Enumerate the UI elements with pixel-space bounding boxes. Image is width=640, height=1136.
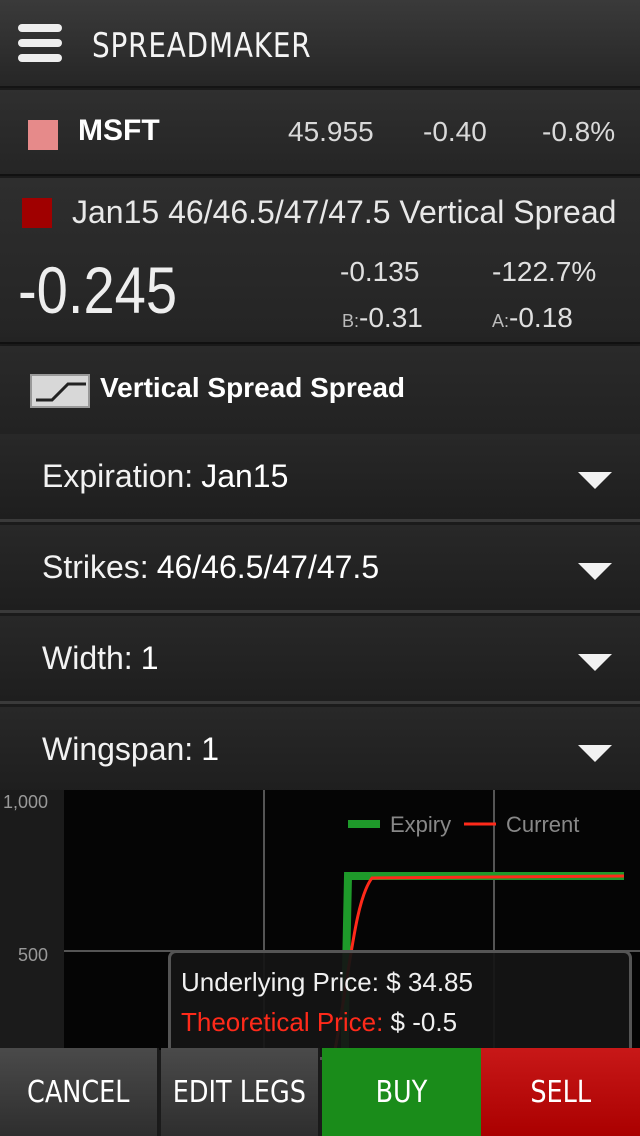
strikes-dropdown[interactable]: Strikes: 46/46.5/47/47.5 <box>0 525 640 613</box>
expiration-label: Expiration: <box>42 458 194 494</box>
edit-legs-button-label: EDIT LEGS <box>172 1074 307 1110</box>
ticker-change: -0.40 <box>423 116 487 147</box>
buy-button-label: BUY <box>375 1074 428 1110</box>
spread-change-pct: -122.7% <box>492 256 597 287</box>
ticker-row[interactable]: MSFT 45.955 -0.40 -0.8% <box>0 90 640 176</box>
spread-ask: A:-0.18 <box>492 302 573 334</box>
app-header: SPREADMAKER <box>0 0 640 88</box>
wingspan-label: Wingspan: <box>42 731 194 767</box>
strikes-label: Strikes: <box>42 549 149 585</box>
expiration-value: Jan15 <box>201 458 289 494</box>
bid-label: B: <box>342 311 360 331</box>
chevron-down-icon[interactable] <box>578 563 612 580</box>
y-tick-label: 1,000 <box>3 792 48 812</box>
wingspan-value: 1 <box>201 731 219 767</box>
spread-bid: B:-0.31 <box>342 302 423 334</box>
expiration-dropdown[interactable]: Expiration: Jan15 <box>0 434 640 522</box>
ticker-color-swatch <box>28 120 58 150</box>
width-label-group: Width: 1 <box>42 640 158 677</box>
legend-expiry-label: Expiry <box>390 812 451 837</box>
chevron-down-icon[interactable] <box>578 654 612 671</box>
strikes-label-group: Strikes: 46/46.5/47/47.5 <box>42 549 379 586</box>
tooltip-underlying-label: Underlying Price: <box>181 967 379 997</box>
chevron-down-icon[interactable] <box>578 745 612 762</box>
width-dropdown[interactable]: Width: 1 <box>0 616 640 704</box>
spread-quote-row[interactable]: Jan15 46/46.5/47/47.5 Vertical Spread -0… <box>0 178 640 344</box>
app-title: SPREADMAKER <box>92 26 312 66</box>
buy-button[interactable]: BUY <box>322 1048 481 1136</box>
legend-current-label: Current <box>506 812 579 837</box>
ticker-symbol: MSFT <box>78 114 160 147</box>
menu-icon[interactable] <box>18 24 62 62</box>
chevron-down-icon[interactable] <box>578 472 612 489</box>
cancel-button-label: CANCEL <box>27 1074 130 1110</box>
sell-button-label: SELL <box>530 1074 591 1110</box>
chart-tooltip: Underlying Price: $ 34.85 Theoretical Pr… <box>168 950 632 1060</box>
wingspan-label-group: Wingspan: 1 <box>42 731 219 768</box>
spread-change: -0.135 <box>340 256 420 287</box>
ask-value: -0.18 <box>509 302 573 333</box>
strikes-value: 46/46.5/47/47.5 <box>156 549 380 585</box>
payoff-chart[interactable]: 1,000 500 Expiry Current Underlying Pric… <box>0 790 640 1060</box>
expiration-label-group: Expiration: Jan15 <box>42 458 288 495</box>
width-label: Width: <box>42 640 133 676</box>
strategy-label: Vertical Spread Spread <box>100 372 406 403</box>
wingspan-dropdown[interactable]: Wingspan: 1 <box>0 707 640 795</box>
cancel-button[interactable]: CANCEL <box>0 1048 159 1136</box>
spread-name: Jan15 46/46.5/47/47.5 Vertical Spread <box>72 194 617 230</box>
tooltip-underlying-value: $ 34.85 <box>386 967 473 997</box>
spread-color-swatch <box>22 198 52 228</box>
edit-legs-button[interactable]: EDIT LEGS <box>161 1048 320 1136</box>
tooltip-theoretical-label: Theoretical Price: <box>181 1007 384 1037</box>
bid-value: -0.31 <box>359 302 423 333</box>
sell-button[interactable]: SELL <box>481 1048 640 1136</box>
strategy-row[interactable]: Vertical Spread Spread <box>0 346 640 434</box>
tooltip-underlying: Underlying Price: $ 34.85 <box>181 967 473 998</box>
tooltip-theoretical-value: $ -0.5 <box>390 1007 458 1037</box>
tooltip-theoretical: Theoretical Price: $ -0.5 <box>181 1007 457 1038</box>
action-bar: CANCEL EDIT LEGS BUY SELL <box>0 1048 640 1136</box>
ask-label: A: <box>492 311 510 331</box>
y-tick-label: 500 <box>18 945 48 965</box>
width-value: 1 <box>140 640 159 676</box>
legend-expiry-swatch <box>348 820 380 828</box>
ticker-price: 45.955 <box>288 116 374 147</box>
ticker-change-pct: -0.8% <box>542 116 616 147</box>
spread-mark: -0.245 <box>18 253 178 327</box>
spread-graph-icon <box>30 374 90 408</box>
